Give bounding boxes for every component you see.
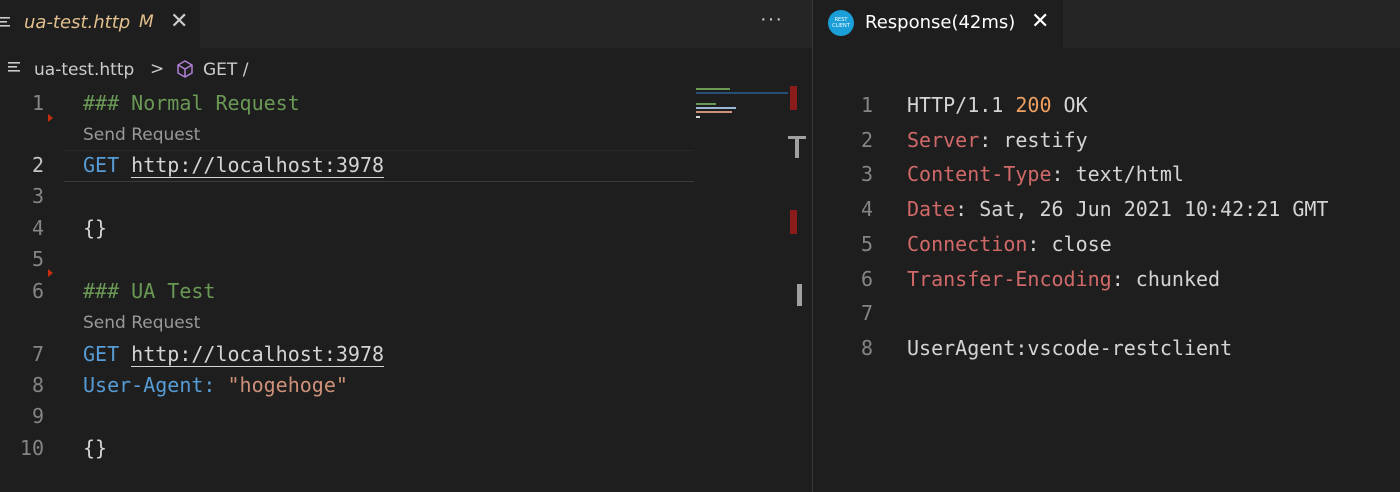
request-body: {}	[83, 216, 108, 240]
line-number: 2	[860, 128, 873, 152]
header-name: Content-Type	[907, 162, 1052, 186]
ruler-cursor	[795, 136, 799, 158]
file-lines-icon	[0, 17, 10, 27]
line-number: 7	[31, 342, 44, 366]
request-url[interactable]: http://localhost:3978	[131, 342, 385, 367]
code-line[interactable]: 9	[0, 401, 700, 431]
line-number: 5	[31, 247, 44, 271]
line-number: 3	[31, 184, 44, 208]
breadcrumb-symbol[interactable]: GET /	[203, 60, 248, 80]
rest-client-icon-label: REST CLIENT	[832, 17, 850, 29]
response-line[interactable]: 5 Connection: close	[813, 227, 1400, 262]
line-number: 1	[860, 93, 873, 117]
file-lines-icon	[8, 62, 20, 72]
minimap[interactable]	[696, 86, 788, 126]
send-request-codelens[interactable]: Send Request	[83, 310, 200, 336]
comment-text: ### UA Test	[83, 279, 216, 303]
line-number: 9	[31, 404, 44, 428]
line-number: 4	[31, 216, 44, 240]
comment-text: ### Normal Request	[83, 91, 300, 115]
header-value: "hogehoge"	[227, 373, 348, 397]
code-line[interactable]: 6 ### UA Test	[0, 276, 700, 306]
line-number: 10	[19, 436, 44, 460]
code-line[interactable]: 10 {}	[0, 433, 700, 463]
header-value: : chunked	[1111, 267, 1221, 291]
response-line[interactable]: 6 Transfer-Encoding: chunked	[813, 262, 1400, 297]
http-version: HTTP/1.1	[907, 93, 1016, 117]
response-body: UserAgent:vscode-restclient	[907, 336, 1233, 360]
header-name: User-Agent:	[83, 373, 216, 397]
line-number: 5	[860, 232, 873, 256]
line-number: 8	[31, 373, 44, 397]
code-line[interactable]: 2 GET http://localhost:3978	[0, 150, 700, 180]
header-value: : restify	[979, 128, 1088, 152]
send-request-codelens[interactable]: Send Request	[83, 122, 200, 148]
modified-indicator: M	[139, 12, 154, 32]
ruler-cursor	[797, 284, 802, 306]
close-tab-icon[interactable]: ✕	[1031, 10, 1049, 34]
header-value: : Sat, 26 Jun 2021 10:42:21 GMT	[955, 197, 1329, 221]
request-editor: ua-test.http M ✕ ··· ua-test.http > GET …	[0, 0, 812, 492]
close-tab-icon[interactable]: ✕	[170, 10, 188, 34]
header-name: Connection	[907, 232, 1028, 256]
response-line[interactable]: 8 UserAgent:vscode-restclient	[813, 331, 1400, 366]
response-line[interactable]: 4 Date: Sat, 26 Jun 2021 10:42:21 GMT	[813, 192, 1400, 227]
code-line[interactable]: 1 ### Normal Request	[0, 88, 700, 118]
header-name: Transfer-Encoding	[907, 267, 1112, 291]
code-line[interactable]: 8 User-Agent: "hogehoge"	[0, 370, 700, 400]
line-number: 7	[860, 301, 873, 325]
minimap-current-line	[696, 92, 788, 94]
code-line[interactable]: 7 GET http://localhost:3978	[0, 339, 700, 369]
header-name: Date	[907, 197, 956, 221]
tab-ua-test-http[interactable]: ua-test.http M ✕	[0, 0, 200, 48]
response-tab-bar: REST CLIENT Response(42ms) ✕	[813, 0, 1400, 48]
line-number: 8	[860, 336, 873, 360]
code-line[interactable]: 4 {}	[0, 213, 700, 243]
response-editor: REST CLIENT Response(42ms) ✕ 1 HTTP/1.1 …	[813, 0, 1400, 492]
breadcrumb-file[interactable]: ua-test.http	[34, 60, 134, 80]
rest-client-icon: REST CLIENT	[828, 10, 854, 36]
line-number: 3	[860, 162, 873, 186]
breadcrumb: ua-test.http > GET /	[0, 56, 700, 84]
breadcrumb-separator: >	[150, 59, 165, 79]
http-method: GET	[83, 342, 120, 366]
response-line[interactable]: 3 Content-Type: text/html	[813, 157, 1400, 192]
tab-response[interactable]: REST CLIENT Response(42ms) ✕	[813, 0, 1063, 48]
header-value: : close	[1027, 232, 1112, 256]
response-line[interactable]: 1 HTTP/1.1 200 OK	[813, 88, 1400, 123]
header-value: : text/html	[1051, 162, 1184, 186]
cube-symbol-icon	[177, 60, 193, 78]
overview-ruler[interactable]	[788, 86, 806, 492]
header-name: Server	[907, 128, 980, 152]
status-code: 200	[1015, 93, 1052, 117]
tab-title: Response(42ms)	[865, 12, 1016, 33]
line-number: 2	[31, 153, 44, 177]
response-line[interactable]: 7	[813, 296, 1400, 331]
ruler-marker	[790, 86, 797, 110]
editor-tab-bar: ua-test.http M ✕ ···	[0, 0, 812, 48]
request-body: {}	[83, 436, 108, 460]
line-number: 1	[31, 91, 44, 115]
line-number: 6	[31, 279, 44, 303]
line-number: 6	[860, 267, 873, 291]
tab-title: ua-test.http	[24, 12, 131, 33]
ruler-marker	[790, 210, 797, 234]
more-actions-icon[interactable]: ···	[760, 8, 783, 31]
code-line[interactable]: 3	[0, 181, 700, 211]
http-method: GET	[83, 153, 120, 177]
code-line[interactable]: 5	[0, 244, 700, 274]
response-line[interactable]: 2 Server: restify	[813, 123, 1400, 158]
status-text: OK	[1051, 93, 1088, 117]
line-number: 4	[860, 197, 873, 221]
request-url[interactable]: http://localhost:3978	[131, 153, 385, 178]
